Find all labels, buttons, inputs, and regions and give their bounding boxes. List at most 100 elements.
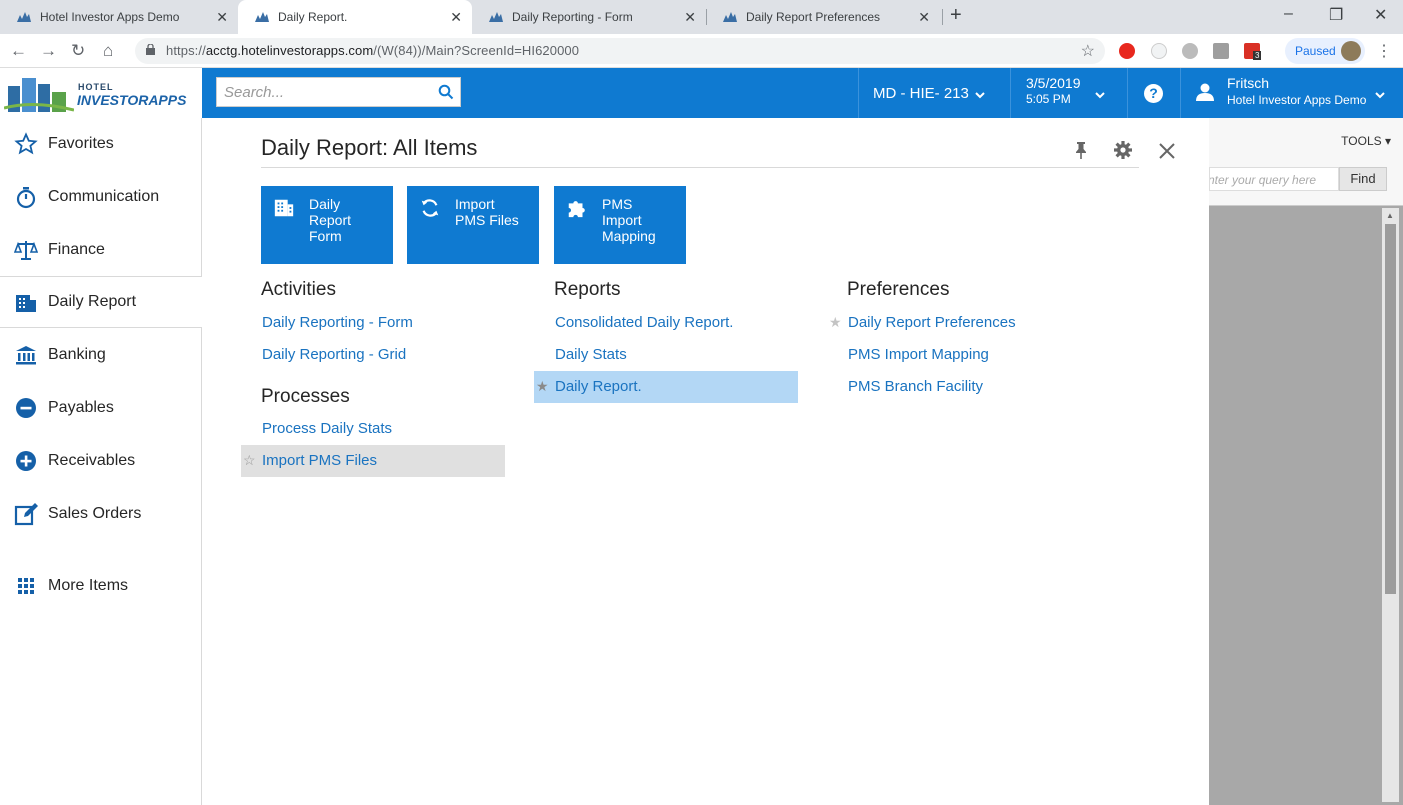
site-favicon-icon <box>255 12 269 22</box>
minimize-icon[interactable]: – <box>1284 5 1293 23</box>
close-icon[interactable]: ✕ <box>216 9 228 26</box>
browser-tab-active[interactable]: Daily Report. ✕ <box>238 0 472 34</box>
help-icon: ? <box>1144 84 1163 103</box>
tab-separator <box>942 9 943 25</box>
search-box <box>216 77 461 107</box>
sidebar: Favorites Communication Finance Daily Re… <box>0 118 202 805</box>
sidebar-item-label: Daily Report <box>48 293 137 310</box>
sidebar-item-payables[interactable]: Payables <box>0 382 201 434</box>
building-icon <box>274 199 294 217</box>
reload-icon[interactable]: ↻ <box>71 41 85 61</box>
tile-label: Report <box>309 212 352 228</box>
scrollbar[interactable]: ▲ <box>1382 208 1399 802</box>
address-bar[interactable]: https://acctg.hotelinvestorapps.com/(W(8… <box>135 38 1105 64</box>
section-heading-preferences: Preferences <box>847 279 950 300</box>
browser-tab[interactable]: Daily Report Preferences ✕ <box>706 0 940 34</box>
tab-title: Daily Report. <box>278 10 348 24</box>
browser-tab[interactable]: Hotel Investor Apps Demo ✕ <box>0 0 238 34</box>
tile-label: Form <box>309 228 342 244</box>
tile-label: Import <box>455 196 495 212</box>
home-icon[interactable]: ⌂ <box>103 41 113 61</box>
favorite-star-icon[interactable]: ★ <box>829 314 842 331</box>
help-button[interactable]: ? <box>1127 68 1179 118</box>
bank-icon <box>16 346 36 365</box>
pin-icon[interactable] <box>1071 140 1091 160</box>
close-icon[interactable]: ✕ <box>918 9 930 26</box>
restore-icon[interactable]: ❐ <box>1329 5 1343 25</box>
tile-label: PMS <box>602 196 633 212</box>
bookmark-star-icon[interactable]: ☆ <box>1081 41 1095 61</box>
search-icon[interactable] <box>438 84 454 100</box>
opera-extension-icon[interactable] <box>1119 43 1135 59</box>
tab-title: Daily Report Preferences <box>746 10 881 24</box>
tile-label: Import <box>602 212 642 228</box>
user-menu[interactable]: Fritsch Hotel Investor Apps Demo <box>1180 68 1403 118</box>
sidebar-item-communication[interactable]: Communication <box>0 171 201 223</box>
link-process-daily-stats[interactable]: Process Daily Stats <box>262 420 392 437</box>
link-daily-reporting-form[interactable]: Daily Reporting - Form <box>262 314 413 331</box>
branch-selector[interactable]: MD - HIE- 213 <box>858 68 1009 118</box>
chevron-down-icon <box>1095 92 1105 99</box>
business-time: 5:05 PM <box>1026 92 1071 106</box>
sidebar-item-sales-orders[interactable]: Sales Orders <box>0 488 201 540</box>
tile-import-pms-files[interactable]: Import PMS Files <box>407 186 539 264</box>
sidebar-item-label: Communication <box>48 188 160 205</box>
plus-circle-icon <box>16 451 36 471</box>
page-title: Daily Report: All Items <box>261 135 478 160</box>
profile-paused-button[interactable]: Paused <box>1285 38 1365 64</box>
scrollbar-thumb[interactable] <box>1385 224 1396 594</box>
calendar-extension-icon[interactable]: 3 <box>1244 43 1262 60</box>
link-daily-stats[interactable]: Daily Stats <box>555 346 627 363</box>
window-close-icon[interactable]: ✕ <box>1374 5 1387 25</box>
tile-daily-report-form[interactable]: Daily Report Form <box>261 186 393 264</box>
back-icon[interactable]: ← <box>10 41 27 61</box>
gear-icon[interactable] <box>1113 140 1133 160</box>
link-daily-report[interactable]: Daily Report. <box>555 378 642 395</box>
link-daily-report-preferences[interactable]: Daily Report Preferences <box>848 314 1016 331</box>
query-input[interactable]: Enter your query here <box>1209 167 1339 191</box>
date-selector[interactable]: 3/5/2019 5:05 PM <box>1010 68 1126 118</box>
circle-extension-icon[interactable] <box>1182 43 1198 59</box>
link-daily-reporting-grid[interactable]: Daily Reporting - Grid <box>262 346 406 363</box>
scroll-up-icon[interactable]: ▲ <box>1386 211 1394 220</box>
tab-title: Hotel Investor Apps Demo <box>40 10 180 24</box>
sidebar-item-more-items[interactable]: More Items <box>0 560 201 612</box>
browser-menu-icon[interactable]: ⋮ <box>1376 41 1392 61</box>
extension-badge: 3 <box>1253 51 1262 60</box>
sidebar-item-finance[interactable]: Finance <box>0 224 201 276</box>
favorite-star-icon[interactable]: ☆ <box>243 452 256 469</box>
user-icon <box>1196 83 1214 101</box>
browser-toolbar: ← → ↻ ⌂ https://acctg.hotelinvestorapps.… <box>0 34 1403 68</box>
logo[interactable]: HOTEL INVESTORAPPS <box>0 68 202 118</box>
close-icon[interactable] <box>1157 141 1177 161</box>
star-icon <box>14 132 38 155</box>
snowflake-extension-icon[interactable] <box>1151 43 1167 59</box>
sidebar-item-daily-report[interactable]: Daily Report <box>0 276 202 328</box>
puzzle-icon <box>568 201 585 218</box>
sidebar-item-banking[interactable]: Banking <box>0 329 201 381</box>
site-favicon-icon <box>17 12 31 22</box>
stopwatch-icon <box>16 187 36 209</box>
g-extension-icon[interactable] <box>1213 43 1229 59</box>
close-icon[interactable]: ✕ <box>684 9 696 26</box>
sidebar-item-receivables[interactable]: Receivables <box>0 435 201 487</box>
business-date: 3/5/2019 <box>1026 75 1081 91</box>
link-import-pms-files[interactable]: Import PMS Files <box>262 452 377 469</box>
lock-icon <box>146 44 155 55</box>
link-pms-branch-facility[interactable]: PMS Branch Facility <box>848 378 983 395</box>
title-divider <box>261 167 1139 168</box>
sidebar-item-label: Payables <box>48 399 114 416</box>
favorite-star-icon[interactable]: ★ <box>536 378 549 395</box>
new-tab-icon[interactable]: + <box>950 4 962 27</box>
search-input[interactable] <box>217 78 427 106</box>
link-consolidated-daily-report[interactable]: Consolidated Daily Report. <box>555 314 733 331</box>
tools-menu[interactable]: TOOLS ▾ <box>1341 134 1391 148</box>
browser-tab[interactable]: Daily Reporting - Form ✕ <box>472 0 706 34</box>
link-pms-import-mapping[interactable]: PMS Import Mapping <box>848 346 989 363</box>
close-icon[interactable]: ✕ <box>450 9 462 26</box>
find-button[interactable]: Find <box>1339 167 1387 191</box>
tile-pms-import-mapping[interactable]: PMS Import Mapping <box>554 186 686 264</box>
sidebar-item-label: Receivables <box>48 452 136 469</box>
sidebar-item-favorites[interactable]: Favorites <box>0 118 201 170</box>
forward-icon[interactable]: → <box>40 41 57 61</box>
